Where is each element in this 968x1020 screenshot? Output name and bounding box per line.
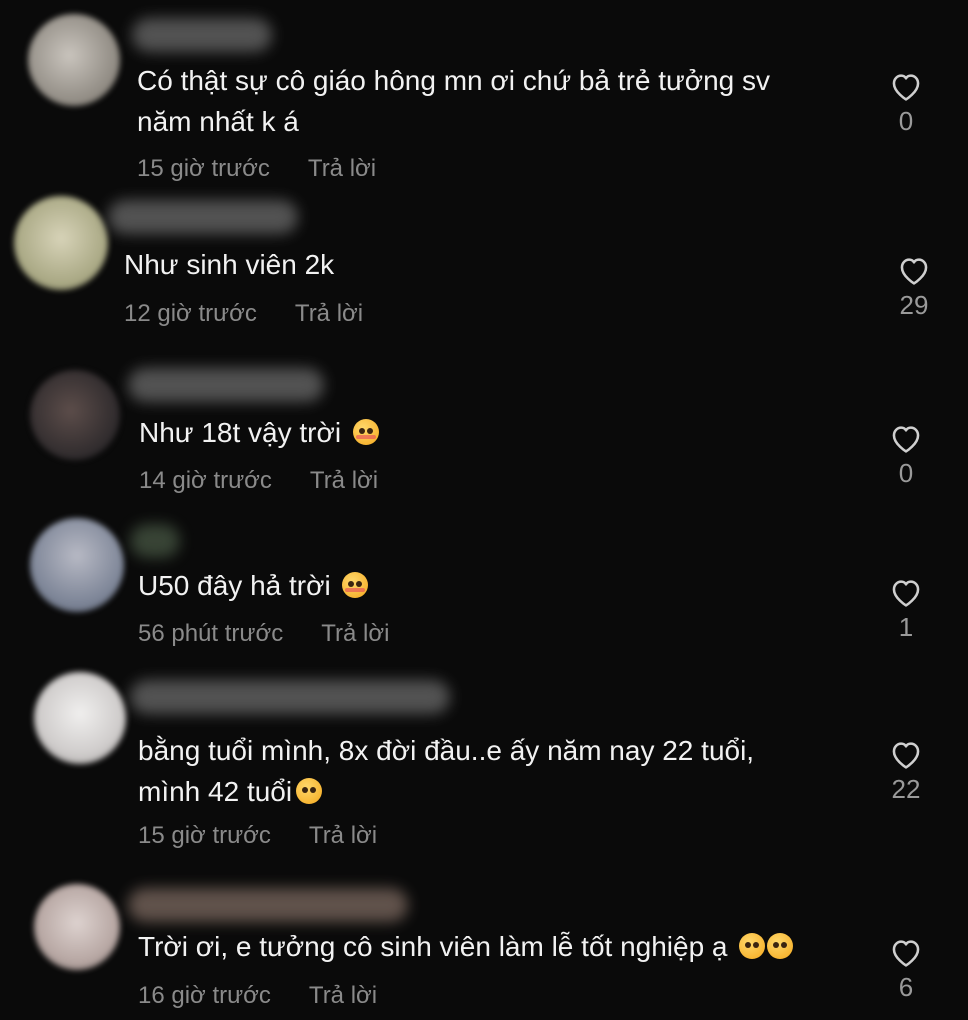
avatar[interactable] [34,672,126,764]
username-blurred[interactable] [108,200,298,234]
reply-button[interactable]: Trả lời [308,155,376,182]
comment-time: 15 giờ trước [137,155,270,182]
like-button[interactable]: 22 [876,738,936,805]
grinning-face-icon [296,778,323,804]
comment-meta: 16 giờ trước Trả lời [138,982,377,1010]
like-count: 1 [898,612,914,642]
username-blurred[interactable] [130,680,450,714]
comment-time: 14 giờ trước [139,467,272,494]
like-count: 0 [898,458,914,488]
reply-button[interactable]: Trả lời [295,300,363,327]
like-count: 29 [899,290,929,320]
avatar[interactable] [30,370,120,460]
avatar[interactable] [34,884,120,970]
comment-time: 15 giờ trước [138,822,271,849]
pleading-face-icon [767,933,794,959]
avatar[interactable] [14,196,108,290]
heart-outline-icon [892,426,920,453]
comment-meta: 15 giờ trước Trả lời [138,822,377,850]
username-blurred[interactable] [128,888,408,922]
heart-outline-icon [892,74,920,101]
comment-time: 16 giờ trước [138,982,271,1009]
username-blurred[interactable] [128,368,324,402]
like-button[interactable]: 1 [876,576,936,643]
smiling-face-with-hearts-icon [342,572,369,598]
comment-text: Như 18t vậy trời [139,412,379,453]
heart-outline-icon [900,258,928,285]
comment-meta: 56 phút trước Trả lời [138,620,389,648]
comment-text: bằng tuổi mình, 8x đời đầu..e ấy năm nay… [138,735,755,807]
smiling-face-with-hearts-icon [352,419,379,445]
avatar[interactable] [28,14,120,106]
reply-button[interactable]: Trả lời [309,982,377,1009]
reply-button[interactable]: Trả lời [309,822,377,849]
heart-outline-icon [892,940,920,967]
username-blurred[interactable] [132,18,272,52]
comment-meta: 15 giờ trước Trả lời [137,155,376,183]
comment-meta: 14 giờ trước Trả lời [139,467,378,495]
comment-time: 56 phút trước [138,620,284,647]
comment-text: U50 đây hả trời [138,565,369,606]
comment-text: Trời ơi, e tưởng cô sinh viên làm lễ tốt… [138,926,794,967]
reply-button[interactable]: Trả lời [310,467,378,494]
like-button[interactable]: 29 [884,254,944,321]
heart-outline-icon [892,742,920,769]
like-button[interactable]: 0 [876,422,936,489]
comment-text: Có thật sự cô giáo hông mn ơi chứ bả trẻ… [137,65,771,137]
comment-meta: 12 giờ trước Trả lời [124,300,363,328]
comment-time: 12 giờ trước [124,300,257,327]
like-count: 22 [891,774,921,804]
username-blurred[interactable] [130,524,180,558]
pleading-face-icon [739,933,766,959]
like-count: 0 [898,106,914,136]
heart-outline-icon [892,580,920,607]
like-button[interactable]: 6 [876,936,936,1003]
like-button[interactable]: 0 [876,70,936,137]
comment-text: Như sinh viên 2k [124,249,335,280]
like-count: 6 [898,972,914,1002]
avatar[interactable] [30,518,124,612]
reply-button[interactable]: Trả lời [321,620,389,647]
